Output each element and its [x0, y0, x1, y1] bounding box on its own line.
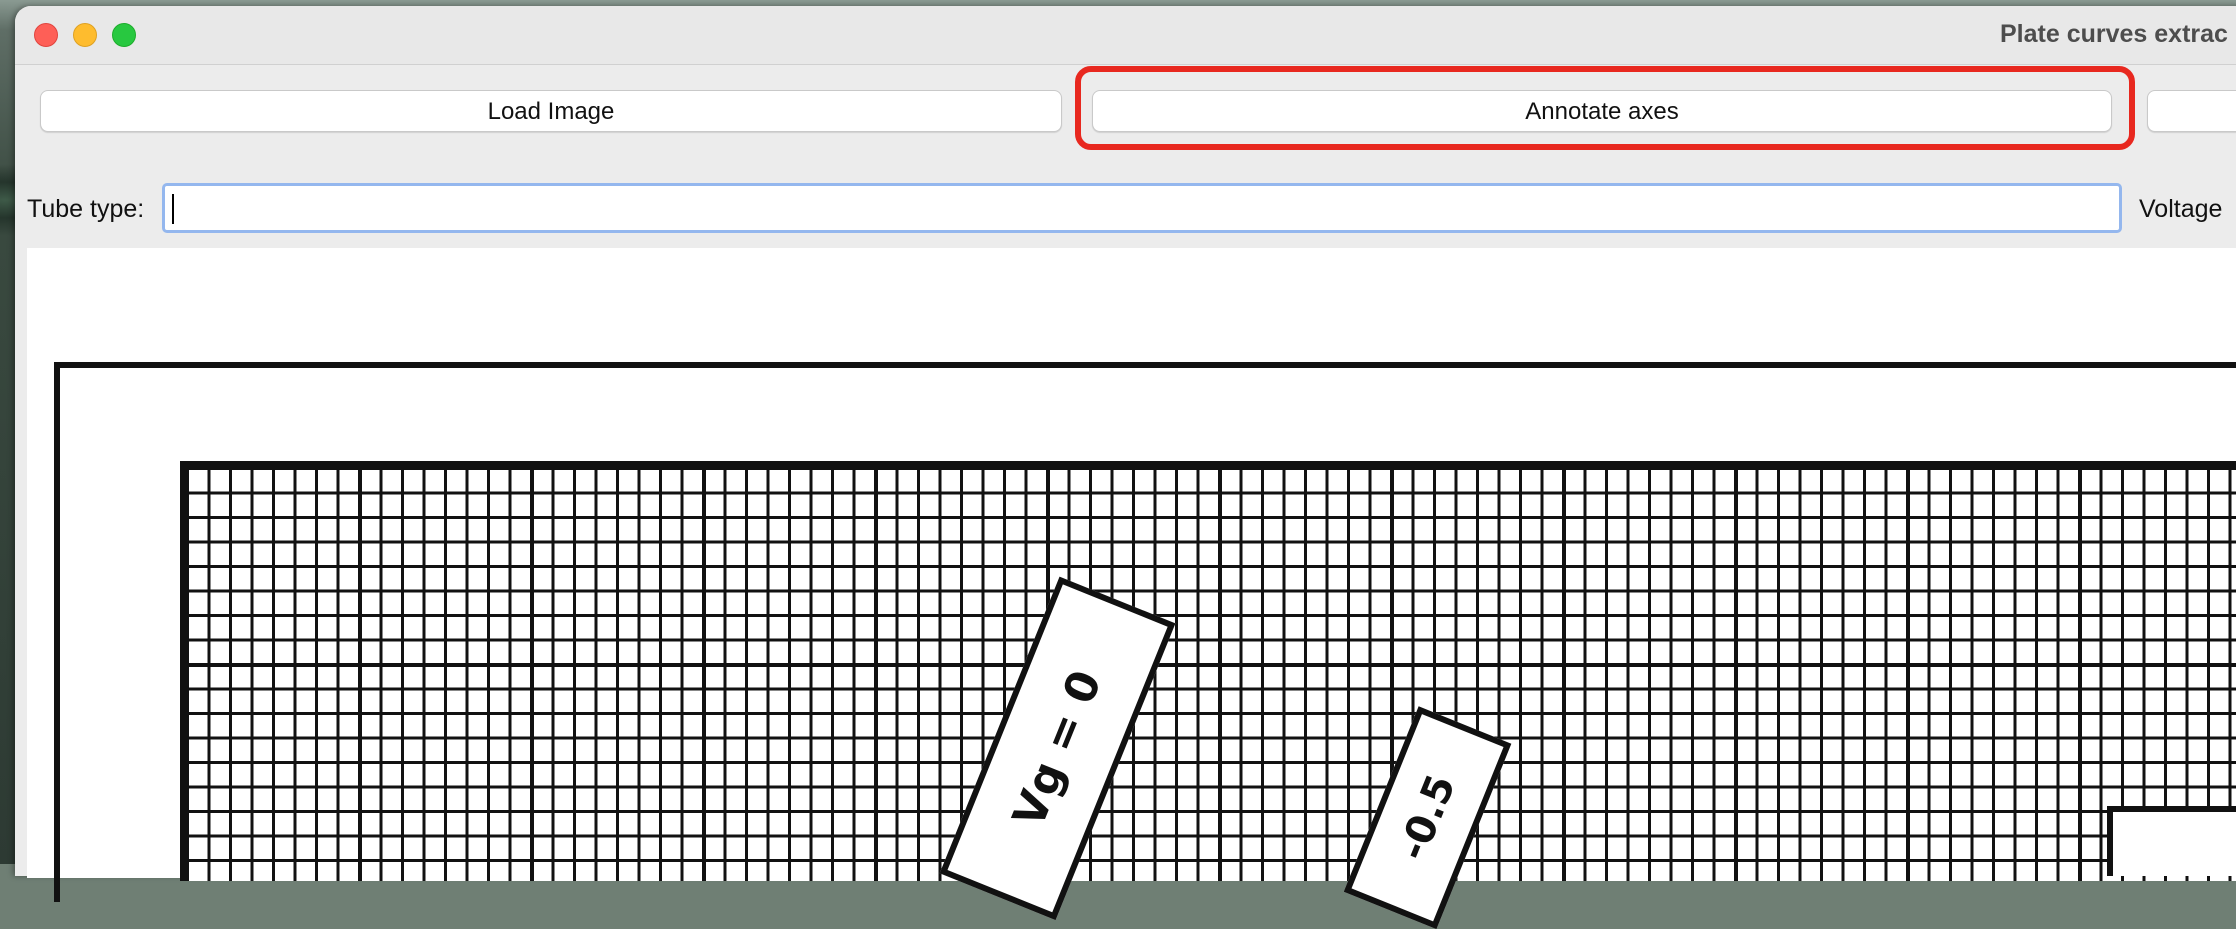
- grid-major-line: [1562, 467, 1566, 881]
- load-image-button[interactable]: Load Image: [40, 90, 1062, 132]
- window-title: Plate curves extrac: [2000, 20, 2228, 48]
- text-caret: [172, 194, 174, 224]
- grid-major-line: [1734, 467, 1738, 881]
- grid-major-line: [1906, 467, 1910, 881]
- next-toolbar-button[interactable]: [2147, 90, 2236, 132]
- maximize-window-button[interactable]: [112, 23, 136, 47]
- grid-major-line: [186, 663, 2236, 667]
- tube-type-field[interactable]: [162, 183, 2122, 233]
- grid-major-line: [702, 467, 706, 881]
- curve-label-text: Vg = 0: [1003, 662, 1112, 834]
- scanned-plot-blank-area: [2107, 806, 2236, 876]
- grid-major-line: [874, 467, 878, 881]
- close-window-button[interactable]: [34, 23, 58, 47]
- minimize-window-button[interactable]: [73, 23, 97, 47]
- grid-major-line: [2078, 467, 2082, 881]
- tube-type-label: Tube type:: [27, 195, 145, 223]
- scanned-plot-grid: [180, 461, 2236, 881]
- grid-major-line: [1218, 467, 1222, 881]
- grid-major-line: [530, 467, 534, 881]
- voltage-label: Voltage: [2139, 195, 2223, 223]
- annotate-axes-button[interactable]: Annotate axes: [1092, 90, 2112, 132]
- grid-major-line: [358, 467, 362, 881]
- curve-label-text: -0.5: [1389, 768, 1466, 867]
- title-bar[interactable]: Plate curves extrac: [15, 6, 2236, 65]
- tube-type-input[interactable]: [165, 186, 2119, 230]
